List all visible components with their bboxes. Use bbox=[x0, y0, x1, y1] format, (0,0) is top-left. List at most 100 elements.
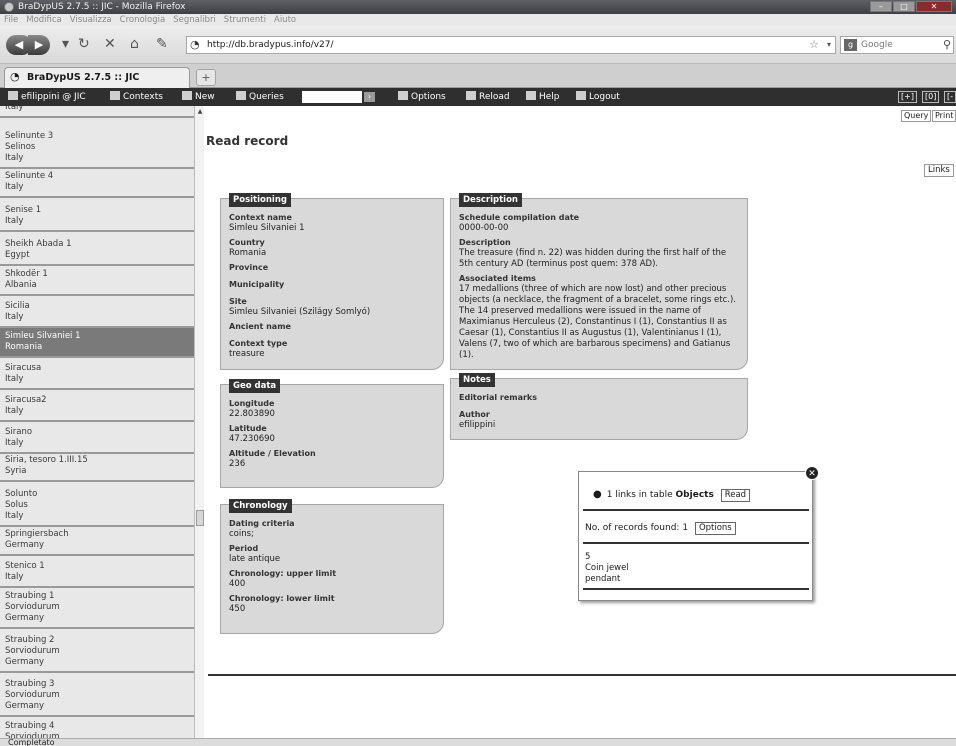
panel-title: Chronology bbox=[229, 499, 292, 513]
url-bar[interactable]: ◔ http://db.bradypus.info/v27/ ☆ ▾ bbox=[186, 36, 836, 54]
sidebar-item[interactable]: Straubing 2 Sorviodurum Germany bbox=[0, 632, 194, 673]
sidebar-item-name: Siracusa2 bbox=[5, 395, 47, 405]
panel-title: Positioning bbox=[229, 193, 291, 207]
bookmark-star-icon[interactable]: ☆ bbox=[809, 37, 819, 53]
sidebar-item[interactable]: Straubing 1 Sorviodurum Germany bbox=[0, 588, 194, 629]
url-dropdown-icon[interactable]: ▾ bbox=[827, 37, 831, 53]
collapse-button[interactable]: [- bbox=[944, 91, 956, 103]
sidebar-item[interactable]: Simleu Silvaniei 1 Romania bbox=[0, 328, 194, 358]
sidebar-item-detail: Italy bbox=[5, 374, 24, 384]
contexts-menu[interactable]: Contexts bbox=[110, 88, 163, 106]
query-button[interactable]: Query bbox=[901, 110, 932, 122]
stop-icon[interactable]: ✕ bbox=[104, 37, 116, 51]
forward-arrow-icon: ▶ bbox=[34, 38, 44, 51]
sidebar-item[interactable]: Selinunte 4 Italy bbox=[0, 168, 194, 198]
contexts-icon bbox=[110, 91, 120, 100]
reset-button[interactable]: [0] bbox=[922, 91, 940, 103]
field-value: 47.230690 bbox=[229, 434, 275, 444]
menu-item-aiuto[interactable]: Aiuto bbox=[274, 15, 296, 25]
home-icon[interactable]: ⌂ bbox=[130, 37, 139, 51]
google-search-engine-icon[interactable]: g bbox=[844, 39, 857, 51]
menu-item-visualizza[interactable]: Visualizza bbox=[70, 15, 112, 25]
sidebar-item[interactable]: Sirano Italy bbox=[0, 424, 194, 454]
sidebar-item-name: Simleu Silvaniei 1 bbox=[5, 331, 81, 341]
sidebar-item[interactable]: Springiersbach Germany bbox=[0, 526, 194, 556]
bookmark-toolbar-icon[interactable]: ✎ bbox=[156, 37, 168, 51]
quick-search-go-icon[interactable]: › bbox=[364, 92, 375, 102]
sidebar-item[interactable]: Siracusa2 Italy bbox=[0, 392, 194, 422]
tab-strip: ◔ BraDypUS 2.7.5 :: JIC + bbox=[0, 64, 956, 88]
chronology-panel: Chronology Dating criteria coins; Period la… bbox=[220, 499, 444, 634]
expand-button[interactable]: [+] bbox=[898, 91, 917, 103]
sidebar-item[interactable]: Senise 1 Italy bbox=[0, 202, 194, 232]
close-icon[interactable]: ✕ bbox=[805, 466, 819, 480]
help-button[interactable]: Help bbox=[526, 88, 560, 106]
linked-record[interactable]: 5 Coin jewel pendant bbox=[585, 552, 629, 585]
sidebar-item[interactable]: Stenico 1 Italy bbox=[0, 558, 194, 588]
sidebar-item[interactable]: Siracusa Italy bbox=[0, 360, 194, 390]
minimize-button[interactable]: – bbox=[870, 1, 892, 12]
queries-menu[interactable]: Queries bbox=[236, 88, 284, 106]
window-close-button[interactable]: ✕ bbox=[916, 1, 952, 12]
search-box[interactable]: g Google ⚲ bbox=[840, 36, 954, 54]
search-icon[interactable]: ⚲ bbox=[943, 37, 951, 53]
app-toolbar: efilippini @ JIC Contexts New Queries › … bbox=[0, 88, 956, 106]
new-record-button[interactable]: New bbox=[182, 88, 215, 106]
reload-icon[interactable]: ↻ bbox=[78, 37, 90, 51]
reload-button[interactable]: Reload bbox=[466, 88, 510, 106]
tab-bradypus[interactable]: ◔ BraDypUS 2.7.5 :: JIC bbox=[4, 67, 190, 88]
chronology-fields: Dating criteria coins; Period late antique C… bbox=[229, 519, 437, 619]
field-value: late antique bbox=[229, 554, 281, 564]
read-links-button[interactable]: Read bbox=[720, 489, 751, 502]
sidebar-scrollbar[interactable]: ▲ bbox=[194, 106, 204, 738]
menu-item-strumenti[interactable]: Strumenti bbox=[224, 15, 266, 25]
sidebar-item-detail: Germany bbox=[5, 701, 45, 711]
bottom-divider bbox=[208, 674, 956, 676]
geo-data-panel: Geo data Longitude 22.803890 Latitude 47.23… bbox=[220, 379, 444, 488]
sidebar-item[interactable]: Sheikh Abada 1 Egypt bbox=[0, 236, 194, 266]
new-tab-button[interactable]: + bbox=[196, 69, 216, 86]
sidebar-item[interactable]: Sicilia Italy bbox=[0, 298, 194, 328]
user-menu[interactable]: efilippini @ JIC bbox=[8, 88, 86, 106]
user-icon bbox=[8, 91, 18, 100]
field-value: 236 bbox=[229, 459, 246, 469]
quick-search-input[interactable] bbox=[302, 91, 362, 103]
search-placeholder: Google bbox=[861, 40, 893, 50]
sidebar-item[interactable]: Shkodër 1 Albania bbox=[0, 266, 194, 296]
sidebar-item[interactable]: Italy bbox=[0, 106, 194, 118]
sidebar-item-name: Sheikh Abada 1 bbox=[5, 239, 72, 249]
options-button[interactable]: Options bbox=[694, 522, 736, 535]
sidebar-item-detail: Italy bbox=[5, 572, 24, 582]
sidebar-item[interactable]: Straubing 3 Sorviodurum Germany bbox=[0, 676, 194, 717]
sidebar-item[interactable]: Siria, tesoro 1.III.15 Syria bbox=[0, 452, 194, 482]
maximize-button[interactable]: □ bbox=[893, 1, 915, 12]
main-content: Query Print Read record Links Positionin… bbox=[204, 106, 956, 738]
sidebar-item[interactable]: Selinunte 3 Selinos Italy bbox=[0, 128, 194, 169]
dropdown-history-icon[interactable]: ▾ bbox=[62, 37, 69, 51]
sidebar-item-detail: Italy bbox=[5, 511, 24, 521]
menu-item-cronologia[interactable]: Cronologia bbox=[120, 15, 166, 25]
forward-button[interactable]: ▶ bbox=[28, 35, 50, 55]
sidebar-item-name: Springiersbach bbox=[5, 529, 69, 539]
logout-button[interactable]: Logout bbox=[576, 88, 620, 106]
field-value: 450 bbox=[229, 604, 246, 614]
field-label: Chronology: upper limit bbox=[229, 569, 337, 578]
menu-item-modifica[interactable]: Modifica bbox=[26, 15, 62, 25]
sidebar-item-detail: Romania bbox=[5, 342, 43, 352]
sidebar-item[interactable]: Solunto Solus Italy bbox=[0, 486, 194, 527]
sidebar-item-detail: Syria bbox=[5, 466, 27, 476]
logout-icon bbox=[576, 91, 586, 100]
scrollbar-thumb[interactable] bbox=[196, 510, 204, 526]
field-value: 17 medallions (three of which are now lo… bbox=[459, 284, 737, 360]
menu-item-file[interactable]: File bbox=[4, 15, 18, 25]
options-menu[interactable]: Options bbox=[398, 88, 446, 106]
print-button[interactable]: Print bbox=[932, 110, 956, 122]
site-identity-icon: ◔ bbox=[190, 38, 200, 51]
scroll-up-icon[interactable]: ▲ bbox=[196, 108, 204, 116]
links-button[interactable]: Links bbox=[924, 164, 954, 177]
help-icon bbox=[526, 91, 536, 100]
menu-item-segnalibri[interactable]: Segnalibri bbox=[173, 15, 216, 25]
sidebar-item[interactable]: Straubing 4 Sorviodurum bbox=[0, 718, 194, 738]
field-value: 0000-00-00 bbox=[459, 223, 509, 233]
sidebar-item-name: Straubing 2 bbox=[5, 635, 55, 645]
